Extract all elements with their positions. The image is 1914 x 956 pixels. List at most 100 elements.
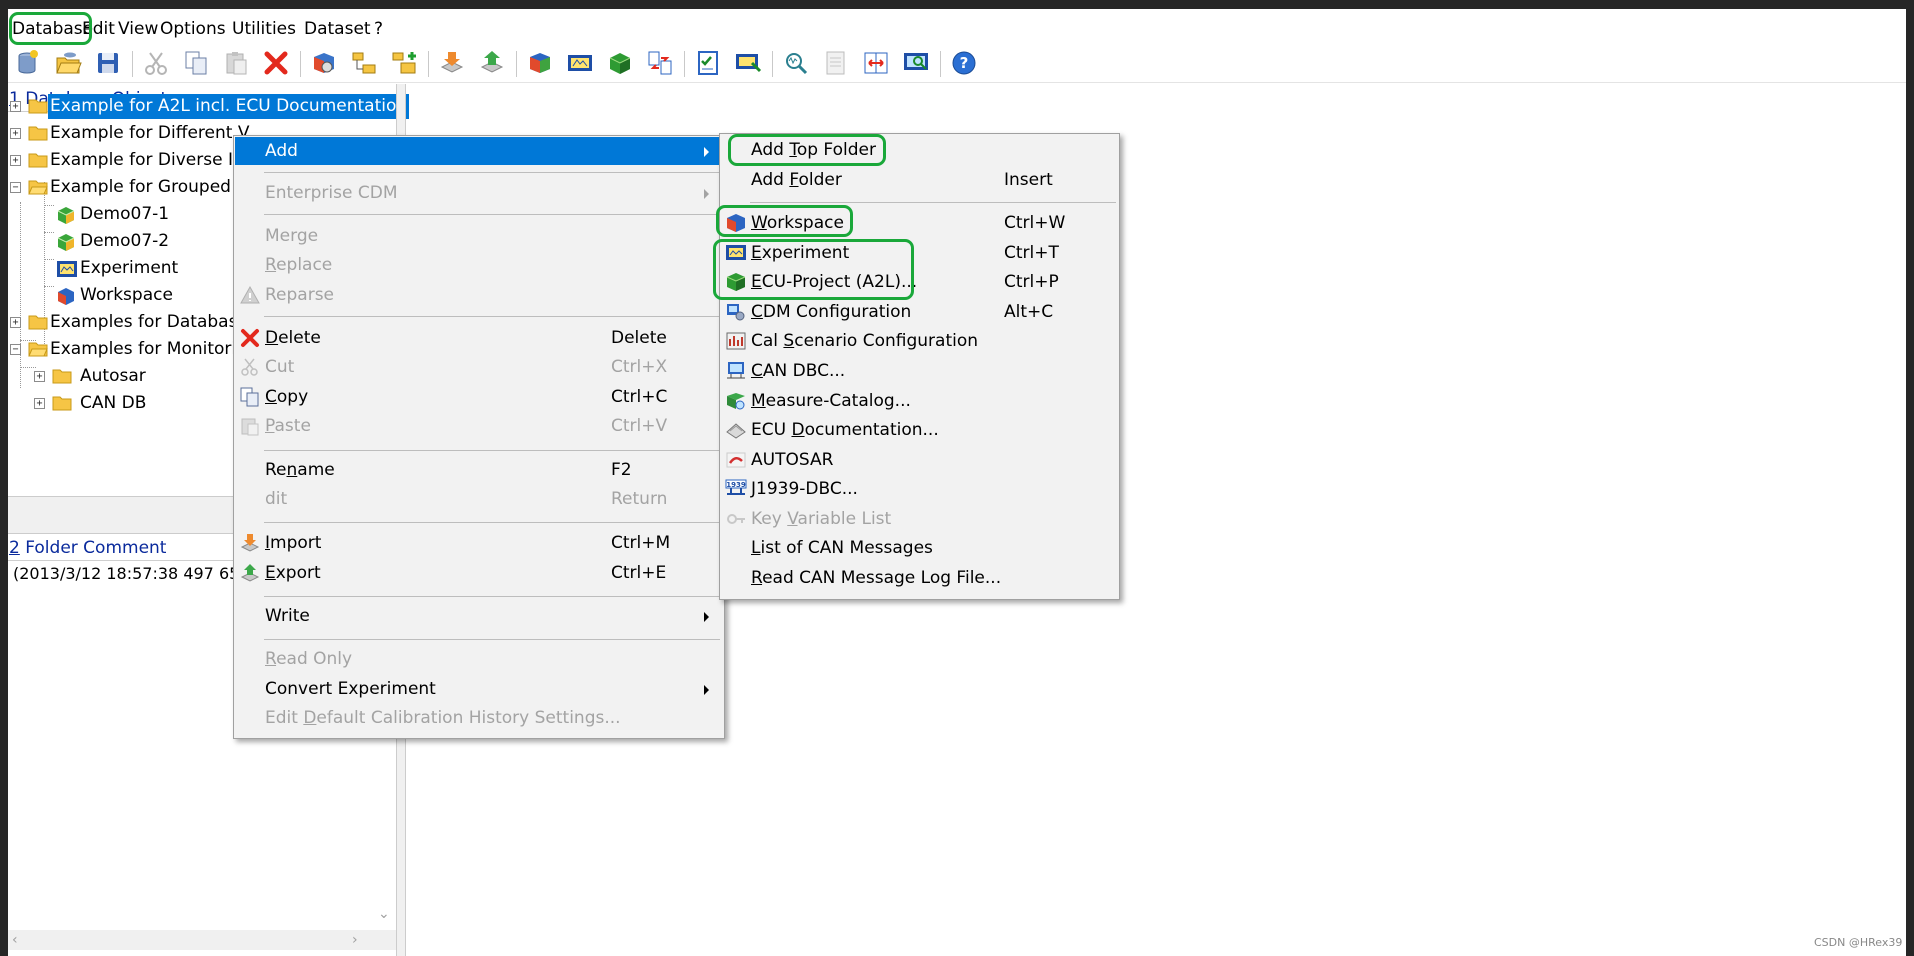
expand-icon[interactable]: + [10, 101, 21, 112]
menu-edit[interactable]: Edit [82, 17, 115, 41]
menu-item-enterprise-cdm[interactable]: Enterprise CDM [235, 179, 723, 207]
submenu-item-j1939-dbc[interactable]: 1939 J1939-DBC... [721, 475, 1118, 503]
menu-item-convert-experiment[interactable]: Convert Experiment [235, 675, 723, 703]
edit-values-icon[interactable] [732, 47, 764, 79]
menu-help[interactable]: ? [374, 17, 383, 41]
transfer-icon[interactable] [860, 47, 892, 79]
menu-item-rename[interactable]: Rename F2 [235, 456, 723, 484]
expand-icon[interactable]: + [10, 317, 21, 328]
export-icon[interactable] [476, 47, 508, 79]
scroll-down-icon[interactable]: ⌄ [378, 906, 390, 922]
submenu-item-key-variable-list[interactable]: Key Variable List [721, 505, 1118, 533]
workspace-icon[interactable] [308, 47, 340, 79]
submenu-item-cdm-configuration[interactable]: CDM Configuration Alt+C [721, 298, 1118, 326]
tree-item-a2l-example[interactable]: + Example for A2L incl. ECU Documentatio… [8, 93, 410, 120]
collapse-icon[interactable]: − [10, 182, 21, 193]
tree-item-label[interactable]: Example for Different V [50, 120, 249, 147]
workspace-icon [58, 288, 74, 305]
menu-item-merge[interactable]: Merge [235, 222, 723, 250]
tree-item-label[interactable]: Demo07-1 [80, 201, 169, 228]
submenu-item-add-folder[interactable]: Add Folder Insert [721, 166, 1118, 194]
tree-item-label[interactable]: Example for Diverse In [50, 147, 244, 174]
experiment-icon[interactable] [564, 47, 596, 79]
submenu-arrow-icon [704, 147, 709, 157]
monitor-icon[interactable] [900, 47, 932, 79]
j1939-icon: 1939 [725, 479, 747, 495]
submenu-item-experiment[interactable]: Experiment Ctrl+T [721, 239, 1118, 267]
import-icon[interactable] [436, 47, 468, 79]
expand-icon[interactable]: + [10, 128, 21, 139]
submenu-item-add-top-folder[interactable]: Add Top Folder [721, 136, 1118, 164]
menu-view[interactable]: View [118, 17, 158, 41]
menu-item-export[interactable]: Export Ctrl+E [235, 559, 723, 587]
shortcut-label: Ctrl+M [611, 533, 671, 553]
horizontal-scrollbar[interactable]: ‹ › [8, 930, 396, 950]
folder-icon [52, 396, 72, 411]
submenu-item-workspace[interactable]: Workspace Ctrl+W [721, 209, 1118, 237]
submenu-item-cal-scenario[interactable]: Cal Scenario Configuration [721, 327, 1118, 355]
submenu-item-can-dbc[interactable]: CAN DBC... [721, 357, 1118, 385]
expand-icon[interactable]: + [34, 371, 45, 382]
menu-options[interactable]: Options [160, 17, 226, 41]
menu-separator [264, 172, 720, 173]
menu-item-read-only[interactable]: Read Only [235, 645, 723, 673]
open-folder-icon [28, 342, 48, 357]
expand-icon[interactable]: + [10, 155, 21, 166]
menu-item-paste[interactable]: Paste Ctrl+V [235, 412, 723, 440]
workspace-3d-icon[interactable] [524, 47, 556, 79]
submenu-item-measure-catalog[interactable]: Measure-Catalog... [721, 387, 1118, 415]
menu-item-delete[interactable]: Delete Delete [235, 324, 723, 352]
menu-item-write[interactable]: Write [235, 602, 723, 630]
tree-item-label[interactable]: Workspace [80, 282, 173, 309]
menu-item-cut[interactable]: Cut Ctrl+X [235, 353, 723, 381]
submenu-item-ecu-documentation[interactable]: ECU Documentation... [721, 416, 1118, 444]
add-folder-icon[interactable] [388, 47, 420, 79]
collapse-icon[interactable]: − [10, 344, 21, 355]
open-database-icon[interactable] [52, 47, 84, 79]
save-icon[interactable] [92, 47, 124, 79]
menu-item-replace[interactable]: Replace [235, 251, 723, 279]
submenu-item-autosar[interactable]: AUTOSAR [721, 446, 1118, 474]
menu-database[interactable]: Database [12, 17, 93, 41]
checklist-icon[interactable] [692, 47, 724, 79]
menu-separator [750, 202, 1116, 203]
menu-dataset[interactable]: Dataset [304, 17, 371, 41]
menu-item-label: Workspace [751, 213, 844, 233]
delete-icon[interactable] [260, 47, 292, 79]
scroll-right-icon[interactable]: › [352, 932, 358, 948]
tree-item-label[interactable]: Experiment [80, 255, 178, 282]
paste-icon[interactable] [220, 47, 252, 79]
tree-item-label[interactable]: Autosar [80, 363, 146, 390]
new-database-icon[interactable] [12, 47, 44, 79]
cut-icon[interactable] [140, 47, 172, 79]
copy-icon[interactable] [180, 47, 212, 79]
menu-item-add[interactable]: Add [235, 137, 723, 165]
calibrate-icon[interactable] [820, 47, 852, 79]
menu-item-copy[interactable]: Copy Ctrl+C [235, 383, 723, 411]
submenu-item-ecu-project[interactable]: ECU-Project (A2L)... Ctrl+P [721, 268, 1118, 296]
folder-tree-icon[interactable] [348, 47, 380, 79]
submenu-item-read-can-log[interactable]: Read CAN Message Log File... [721, 564, 1118, 592]
menu-item-label: Cut [265, 357, 295, 377]
menu-item-import[interactable]: Import Ctrl+M [235, 529, 723, 557]
scroll-left-icon[interactable]: ‹ [12, 932, 18, 948]
help-icon[interactable]: ? [948, 47, 980, 79]
compare-icon[interactable] [644, 47, 676, 79]
measure-icon[interactable] [780, 47, 812, 79]
menu-item-label: Add Folder [751, 170, 842, 190]
tree-item-label[interactable]: Demo07-2 [80, 228, 169, 255]
expand-icon[interactable]: + [34, 398, 45, 409]
menu-utilities[interactable]: Utilities [232, 17, 296, 41]
tree-item-label[interactable]: Example for Grouped I [50, 174, 241, 201]
menu-item-edit[interactable]: dit Return [235, 485, 723, 513]
menu-item-edit-default-calibration[interactable]: Edit Default Calibration History Setting… [235, 704, 723, 732]
menu-item-reparse[interactable]: Reparse [235, 281, 723, 309]
tree-item-label[interactable]: CAN DB [80, 390, 146, 417]
tree-item-label[interactable]: Examples for Database [50, 309, 248, 336]
tree-item-label[interactable]: Examples for Monitori [50, 336, 236, 363]
tree-item-label[interactable]: Example for A2L incl. ECU Documentation [48, 94, 410, 119]
toolbar-separator [940, 51, 941, 77]
submenu-item-list-can-messages[interactable]: List of CAN Messages [721, 534, 1118, 562]
ecu-project-icon[interactable] [604, 47, 636, 79]
tree-line [44, 232, 54, 233]
